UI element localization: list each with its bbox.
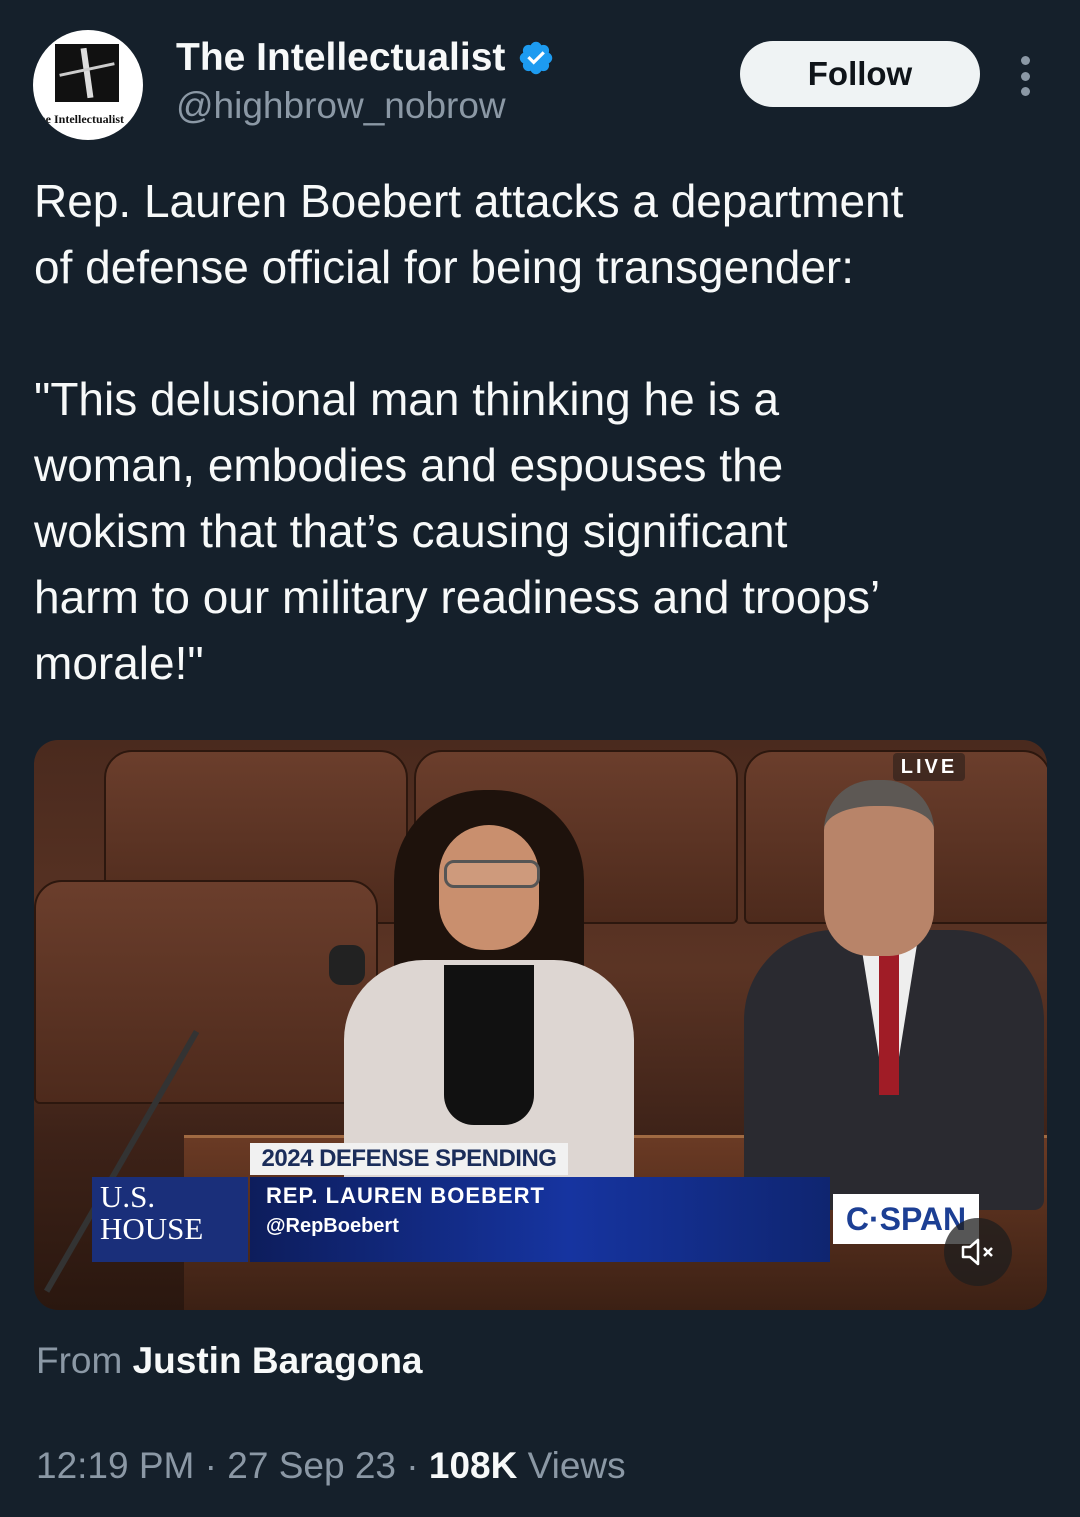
us-house-logo: U.S. HOUSE [92, 1177, 248, 1262]
chamber-seat [34, 880, 378, 1104]
tweet-time[interactable]: 12:19 PM [36, 1445, 194, 1486]
seated-man [734, 780, 1047, 1210]
muted-speaker-icon [961, 1238, 993, 1266]
more-dot [1020, 87, 1030, 96]
mute-button[interactable] [944, 1218, 1012, 1286]
tweet-date[interactable]: 27 Sep 23 [227, 1445, 396, 1486]
house-logo-line1: U.S. [100, 1179, 156, 1214]
more-dot [1020, 71, 1030, 81]
verified-badge-icon [520, 41, 553, 75]
avatar-artwork [55, 44, 119, 102]
house-logo-line2: HOUSE [100, 1211, 204, 1246]
display-name-text: The Intellectualist [176, 36, 506, 79]
avatar-logo-text: The Intellectualist [33, 112, 124, 126]
views-label: Views [527, 1445, 626, 1486]
separator: · [204, 1445, 217, 1486]
author-display-name[interactable]: The Intellectualist [176, 36, 555, 80]
from-label: From [36, 1340, 123, 1381]
chyron-handle: @RepBoebert [266, 1215, 399, 1237]
chyron-name: REP. LAUREN BOEBERT [266, 1183, 545, 1208]
author-avatar[interactable]: The Intellectualist [33, 30, 143, 140]
more-options-icon[interactable] [1010, 56, 1040, 96]
more-dot [1020, 56, 1030, 65]
tweet-text: Rep. Lauren Boebert attacks a department… [34, 175, 904, 689]
author-handle[interactable]: @highbrow_nobrow [176, 85, 506, 127]
attribution[interactable]: From Justin Baragona [36, 1340, 423, 1382]
follow-button[interactable]: Follow [740, 41, 980, 107]
from-name[interactable]: Justin Baragona [133, 1340, 423, 1381]
chyron-title: 2024 DEFENSE SPENDING [250, 1143, 568, 1175]
tweet-meta: 12:19 PM · 27 Sep 23 · 108K Views [36, 1445, 626, 1487]
views-count: 108K [428, 1445, 518, 1486]
separator: · [406, 1445, 419, 1486]
live-badge: LIVE [893, 753, 965, 781]
microphone [329, 945, 365, 985]
